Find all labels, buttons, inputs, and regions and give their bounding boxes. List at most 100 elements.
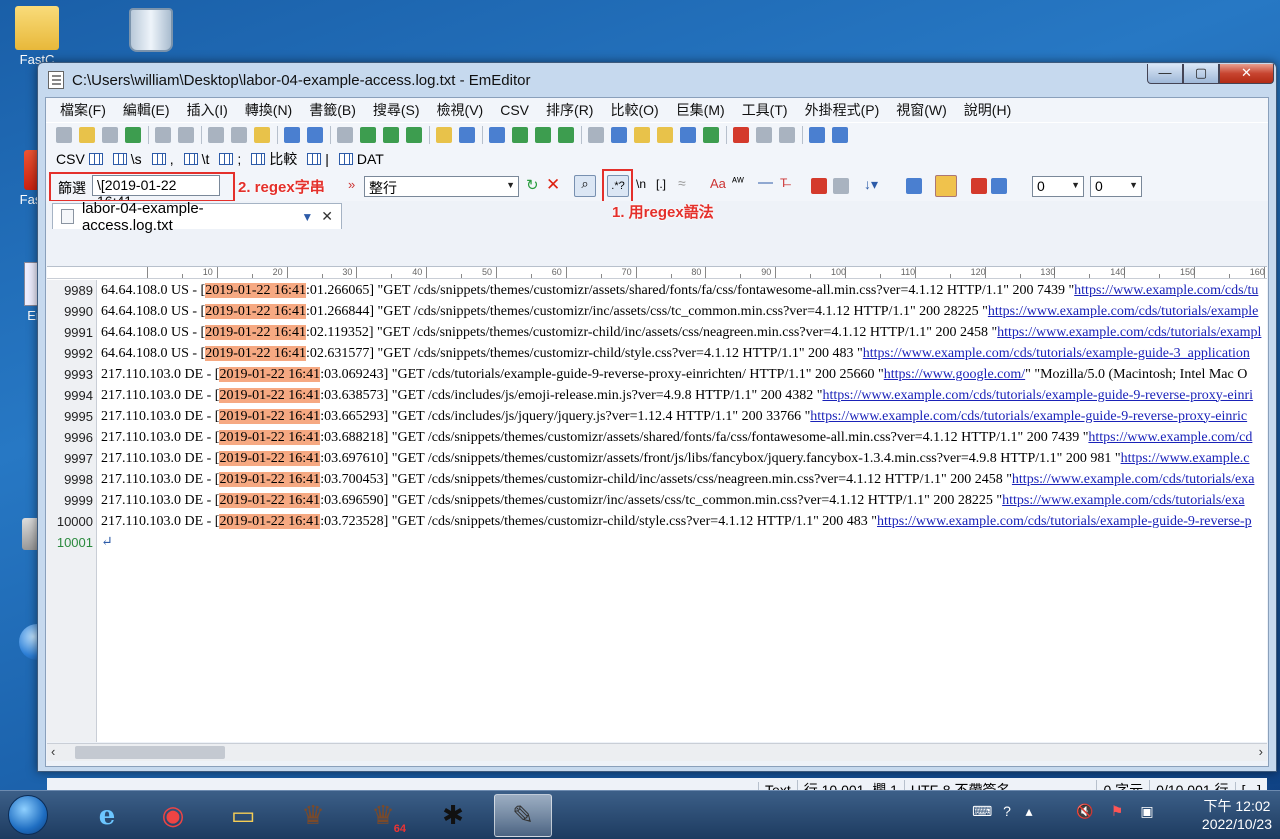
menu-item-6[interactable]: 檢視(V): [437, 100, 484, 120]
paste-icon[interactable]: [254, 127, 270, 143]
new-file-icon[interactable]: [56, 127, 72, 143]
filter-search-icon[interactable]: ⌕: [574, 175, 596, 197]
csv-mode-button[interactable]: CSV: [56, 151, 103, 167]
log-url[interactable]: https://www.example.com/cds/tutorials/ex…: [810, 409, 1247, 424]
log-url[interactable]: https://www.example.c: [1121, 451, 1250, 466]
taskbar-chrome[interactable]: ◉: [144, 794, 202, 837]
replace-icon[interactable]: [406, 127, 422, 143]
csv-compare-button[interactable]: 比較: [251, 149, 297, 169]
fuzzy-icon[interactable]: ≈: [678, 175, 686, 191]
menu-item-5[interactable]: 搜尋(S): [373, 100, 420, 120]
find-next-icon[interactable]: [360, 127, 376, 143]
plugin-icon[interactable]: [832, 127, 848, 143]
filter-toggle-icon[interactable]: [459, 127, 475, 143]
log-url[interactable]: https://www.example.com/cds/tutorials/ex…: [988, 304, 1258, 319]
title-bar[interactable]: C:\Users\william\Desktop\labor-04-exampl…: [38, 63, 1276, 97]
log-line[interactable]: 9993 217.110.103.0 DE - [2019-01-22 16:41…: [47, 364, 1267, 385]
log-line[interactable]: 10000 217.110.103.0 DE - [2019-01-22 16:4…: [47, 511, 1267, 532]
log-url[interactable]: https://www.example.com/cds/tu: [1074, 283, 1258, 298]
csv-separator-semicolon[interactable]: ;: [219, 151, 241, 167]
more-chevron[interactable]: »: [348, 177, 355, 192]
filter-window-icon[interactable]: [906, 178, 922, 194]
copy-icon[interactable]: [231, 127, 247, 143]
log-line[interactable]: 9995 217.110.103.0 DE - [2019-01-22 16:41…: [47, 406, 1267, 427]
log-url[interactable]: https://www.example.com/cds/tutorials/ex…: [877, 514, 1252, 529]
reload-icon[interactable]: [125, 127, 141, 143]
log-line[interactable]: 9994 217.110.103.0 DE - [2019-01-22 16:41…: [47, 385, 1267, 406]
next-match-icon[interactable]: ↓▾: [864, 176, 878, 193]
redo-icon[interactable]: [307, 127, 323, 143]
csv-separator-space[interactable]: \s: [112, 151, 142, 167]
csv-separator-tab[interactable]: \t: [183, 151, 209, 167]
context-before-select[interactable]: 0: [1032, 176, 1084, 197]
print-icon[interactable]: [155, 127, 171, 143]
scroll-thumb[interactable]: [75, 746, 225, 759]
volume-muted-icon[interactable]: 🔇: [1076, 803, 1094, 821]
open-folder-icon[interactable]: [79, 127, 95, 143]
clear-format-icon[interactable]: T̶: [780, 176, 787, 190]
log-url[interactable]: https://www.example.com/cds/tutorials/ex…: [997, 325, 1261, 340]
taskbar-app-portrait-64[interactable]: ♛ 64: [354, 794, 412, 837]
highlight-icon[interactable]: [436, 127, 452, 143]
wrap-window-icon[interactable]: [535, 127, 551, 143]
menu-item-2[interactable]: 插入(I): [187, 100, 228, 120]
taskbar-app-portrait[interactable]: ♛: [284, 794, 342, 837]
wrap-icon[interactable]: [512, 127, 528, 143]
menu-item-11[interactable]: 工具(T): [742, 100, 788, 120]
taskbar-explorer[interactable]: ▭: [214, 794, 272, 837]
desktop-icon-recycle-bin[interactable]: [118, 8, 184, 54]
find-prev-icon[interactable]: [383, 127, 399, 143]
taskbar-bug-app[interactable]: ✱: [424, 794, 482, 837]
context-after-select[interactable]: 0: [1090, 176, 1142, 197]
log-url[interactable]: https://www.example.com/cds/tutorials/ex…: [1002, 493, 1244, 508]
help-tray-icon[interactable]: ?: [998, 803, 1016, 821]
outline-icon[interactable]: [680, 127, 696, 143]
desktop-icon-folder[interactable]: FastC: [4, 6, 70, 67]
split-window-icon[interactable]: [809, 127, 825, 143]
save-icon[interactable]: [102, 127, 118, 143]
csv-separator-pipe[interactable]: |: [307, 151, 329, 167]
show-hidden-icons[interactable]: ▴: [1020, 803, 1038, 821]
bookmark-icon[interactable]: [634, 127, 650, 143]
csv-separator-comma[interactable]: ,: [151, 151, 174, 167]
log-line-last[interactable]: 10001 ↵: [47, 532, 1267, 553]
log-line[interactable]: 9991 64.64.108.0 US - [2019-01-22 16:41:0…: [47, 322, 1267, 343]
menu-item-1[interactable]: 編輯(E): [123, 100, 170, 120]
action-center-icon[interactable]: ⚑: [1108, 803, 1126, 821]
start-button[interactable]: [8, 795, 48, 835]
menu-item-7[interactable]: CSV: [500, 102, 529, 118]
encoding-icon[interactable]: [611, 127, 627, 143]
taskbar-ie[interactable]: e: [78, 794, 136, 837]
keyboard-tray-icon[interactable]: ⌨: [972, 803, 992, 821]
undo-icon[interactable]: [284, 127, 300, 143]
log-line[interactable]: 9990 64.64.108.0 US - [2019-01-22 16:41:0…: [47, 301, 1267, 322]
log-url[interactable]: https://www.example.com/cd: [1088, 430, 1252, 445]
advanced-filter-icon[interactable]: [971, 178, 987, 194]
refresh-filter-icon[interactable]: ↻: [526, 176, 539, 194]
log-url[interactable]: https://www.example.com/cds/tutorials/ex…: [863, 346, 1250, 361]
cut-icon[interactable]: [208, 127, 224, 143]
bookmark-lines-icon[interactable]: [811, 178, 827, 194]
macro-run-icon[interactable]: [756, 127, 772, 143]
emeditor-app-icon[interactable]: [48, 71, 64, 89]
horizontal-scrollbar[interactable]: ‹ ›: [47, 743, 1267, 761]
menu-item-4[interactable]: 書籤(B): [309, 100, 356, 120]
filter-scope-select[interactable]: 整行: [364, 176, 519, 197]
menu-item-13[interactable]: 視窗(W): [896, 100, 947, 120]
scroll-left-icon[interactable]: ‹: [51, 744, 55, 759]
config-icon[interactable]: [588, 127, 604, 143]
text-editor[interactable]: 10 20 30 40 50 60 70 80 90 100 110 120 130 140 150 160 …: [47, 266, 1267, 742]
log-url[interactable]: https://www.example.com/cds/tutorials/ex…: [1012, 472, 1254, 487]
close-button[interactable]: ✕: [1219, 64, 1274, 84]
minus-icon[interactable]: —: [758, 174, 773, 191]
print-preview-icon[interactable]: [178, 127, 194, 143]
scroll-right-icon[interactable]: ›: [1259, 744, 1263, 759]
menu-item-9[interactable]: 比較(O): [610, 100, 658, 120]
clear-filter-icon[interactable]: ✕: [546, 175, 560, 195]
bookmark-next-icon[interactable]: [657, 127, 673, 143]
tab-close-icon[interactable]: ✕: [321, 208, 333, 225]
log-url[interactable]: https://www.google.com/: [884, 367, 1025, 382]
menu-item-0[interactable]: 檔案(F): [60, 100, 106, 120]
match-case-icon[interactable]: Aa: [710, 176, 726, 191]
log-line[interactable]: 9999 217.110.103.0 DE - [2019-01-22 16:41…: [47, 490, 1267, 511]
